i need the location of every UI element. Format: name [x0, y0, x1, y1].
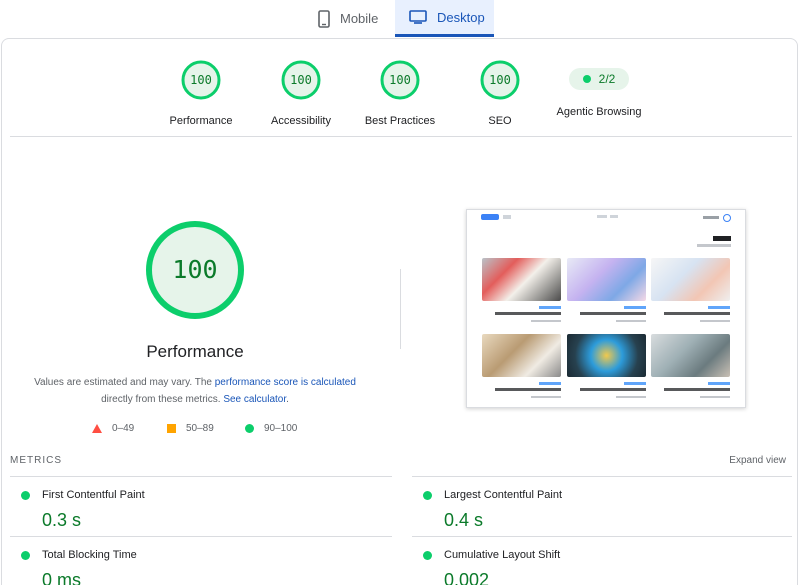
tab-desktop-label: Desktop: [437, 9, 485, 25]
metric-fcp: First Contentful Paint 0.3 s: [21, 487, 381, 547]
divider: [412, 536, 792, 537]
thumb-nav: [597, 215, 607, 218]
thumb-tile-image: [567, 258, 646, 301]
gauge-best-practices[interactable]: 100 Best Practices: [345, 60, 455, 127]
category-gauges: 100 Performance 100 Accessibility 100 Be…: [2, 60, 799, 130]
see-calculator-link[interactable]: See calculator: [223, 394, 286, 405]
pass-dot-icon: [423, 491, 432, 500]
vertical-divider: [400, 269, 401, 349]
circle-icon: [245, 424, 254, 433]
tab-desktop[interactable]: Desktop: [395, 0, 494, 37]
thumb-tile: [567, 258, 646, 322]
thumb-heading: [713, 236, 731, 241]
legend-label: 50–89: [186, 423, 214, 434]
gauge-label: Performance: [169, 115, 233, 127]
legend-pass: 90–100: [245, 423, 297, 434]
thumb-brand: [703, 216, 719, 219]
thumb-tile: [482, 258, 561, 322]
note-text: .: [286, 394, 289, 405]
metric-value: 0.4 s: [444, 510, 484, 530]
gauge-score: 100: [290, 73, 312, 87]
gauge-label: Agentic Browsing: [556, 106, 642, 118]
thumb-logo-icon: [723, 214, 731, 222]
thumb-tile: [651, 258, 730, 322]
gauge-label: Best Practices: [364, 115, 436, 127]
pass-dot-icon: [423, 551, 432, 560]
thumb-tile-image: [482, 334, 561, 377]
legend-fail: 0–49: [92, 423, 134, 434]
agentic-value: 2/2: [598, 72, 616, 86]
metrics-header: METRICS Expand view: [10, 455, 792, 469]
metric-tbt: Total Blocking Time 0 ms: [21, 547, 381, 585]
note-text: Values are estimated and may vary. The: [34, 377, 215, 388]
metrics-title: METRICS: [10, 455, 62, 466]
legend-average: 50–89: [167, 423, 214, 434]
metric-cls: Cumulative Layout Shift 0.002: [423, 547, 783, 585]
performance-note: Values are estimated and may vary. The p…: [30, 374, 360, 408]
pass-dot-icon: [582, 75, 591, 83]
thumb-nav: [610, 215, 618, 218]
expand-view-button[interactable]: Expand view: [729, 455, 786, 466]
gauge-score: 100: [389, 73, 411, 87]
thumb-button: [481, 214, 499, 220]
gauge-agentic-browsing[interactable]: 2/2 Agentic Browsing: [544, 60, 654, 118]
metric-value: 0.3 s: [42, 510, 82, 530]
gauge-accessibility[interactable]: 100 Accessibility: [246, 60, 356, 127]
metric-lcp: Largest Contentful Paint 0.4 s: [423, 487, 783, 547]
thumb-tile: [651, 334, 730, 398]
gauge-score: 100: [190, 73, 212, 87]
report-card: 100 Performance 100 Accessibility 100 Be…: [1, 38, 798, 585]
performance-title: Performance: [146, 342, 244, 361]
thumb-header: [467, 214, 745, 224]
final-screenshot-thumbnail[interactable]: [466, 209, 746, 408]
metric-name: Largest Contentful Paint: [444, 489, 563, 501]
legend-label: 0–49: [112, 423, 135, 434]
thumb-link: [503, 215, 511, 219]
metric-value: 0 ms: [42, 570, 82, 585]
thumb-tile-image: [482, 258, 561, 301]
tab-mobile[interactable]: Mobile: [306, 0, 394, 37]
gauge-performance[interactable]: 100 Performance: [146, 60, 256, 127]
divider: [10, 136, 792, 137]
performance-score-link[interactable]: performance score is calculated: [215, 377, 356, 388]
agentic-pill: 2/2: [569, 68, 629, 90]
score-legend: 0–49 50–89 90–100: [92, 423, 322, 437]
metric-name: First Contentful Paint: [42, 489, 145, 501]
divider: [412, 476, 792, 477]
thumb-tile-image: [567, 334, 646, 377]
pass-dot-icon: [21, 551, 30, 560]
gauge-label: SEO: [488, 115, 512, 127]
monitor-icon: [409, 10, 427, 24]
metric-name: Total Blocking Time: [42, 549, 137, 561]
divider: [10, 536, 392, 537]
thumb-tile: [567, 334, 646, 398]
thumb-tile-image: [651, 334, 730, 377]
thumb-subheading: [697, 244, 731, 247]
square-icon: [167, 424, 176, 433]
thumb-tile-image: [651, 258, 730, 301]
performance-score: 100: [172, 255, 218, 284]
thumb-tile: [482, 334, 561, 398]
performance-gauge: 100: [145, 220, 245, 320]
legend-label: 90–100: [264, 423, 298, 434]
gauge-label: Accessibility: [271, 115, 331, 127]
metric-name: Cumulative Layout Shift: [444, 549, 561, 561]
device-tabs: Mobile Desktop: [0, 0, 800, 37]
metric-value: 0.002: [444, 570, 490, 585]
gauge-score: 100: [489, 73, 511, 87]
pass-dot-icon: [21, 491, 30, 500]
phone-icon: [318, 9, 330, 28]
gauge-seo[interactable]: 100 SEO: [445, 60, 555, 127]
divider: [10, 476, 392, 477]
tab-mobile-label: Mobile: [340, 11, 379, 26]
note-text: directly from these metrics.: [101, 394, 224, 405]
triangle-icon: [92, 424, 102, 433]
